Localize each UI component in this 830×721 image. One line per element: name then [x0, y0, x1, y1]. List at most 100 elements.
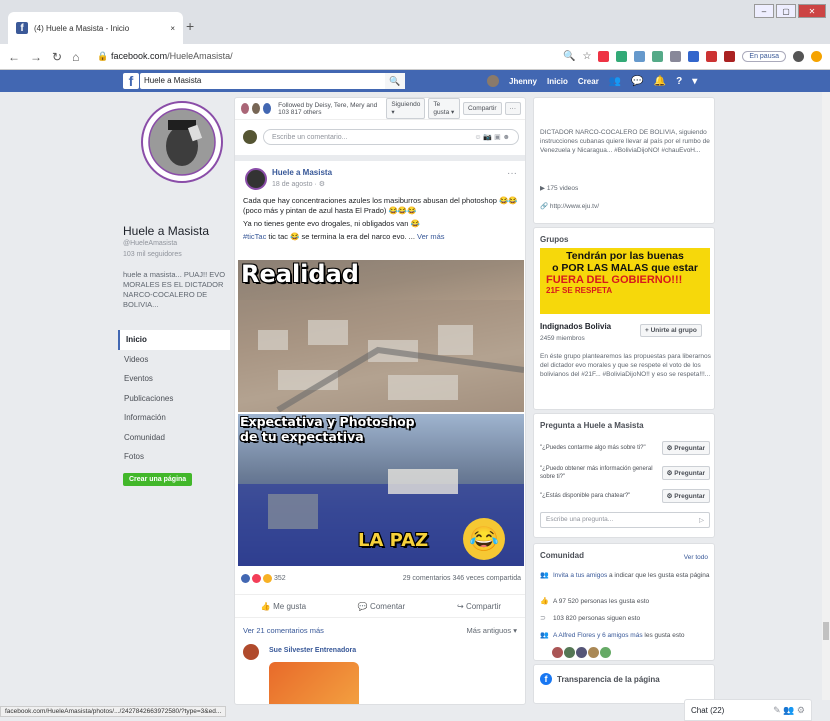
like-reaction-icon[interactable]	[241, 574, 250, 583]
ask-button[interactable]: ⚙ Preguntar	[661, 489, 710, 503]
profile-picture[interactable]	[140, 100, 224, 212]
messenger-icon[interactable]: 💬	[631, 76, 643, 87]
post-image-bottom[interactable]: Expectativa y Photoshop de tu expectativ…	[238, 414, 524, 566]
friend-avatar[interactable]	[564, 647, 575, 658]
nav-item-videos[interactable]: Videos	[118, 350, 230, 370]
back-arrow-icon[interactable]: ←	[8, 50, 20, 64]
star-icon[interactable]: ☆	[582, 51, 591, 62]
emoji-icons[interactable]: ☺ 📷 ▣ ☻	[474, 133, 510, 141]
help-icon[interactable]: ?	[676, 76, 682, 87]
extension-icon[interactable]	[652, 51, 664, 62]
post-date[interactable]: 18 de agosto · ⚙	[272, 180, 325, 188]
following-button[interactable]: Siguiendo ▾	[386, 98, 426, 119]
create-page-button[interactable]: Crear una página	[123, 473, 193, 486]
update-icon[interactable]	[811, 51, 822, 62]
extension-icon[interactable]	[688, 51, 700, 62]
nav-item-comunidad[interactable]: Comunidad	[118, 428, 230, 448]
website-link[interactable]: 🔗 http://www.eju.tv/	[540, 202, 599, 211]
extension-icon[interactable]	[634, 51, 646, 62]
extension-icon[interactable]	[706, 51, 718, 62]
sync-paused-button[interactable]: En pausa	[742, 51, 786, 62]
browser-tab[interactable]: f (4) Huele a Masista - Inicio ×	[8, 12, 183, 44]
comment-image[interactable]	[269, 662, 359, 704]
commenter-name[interactable]: Sue Silvester Entrenadora	[269, 647, 356, 654]
friend-avatar[interactable]	[576, 647, 587, 658]
nav-home-link[interactable]: Inicio	[547, 77, 568, 86]
question-text: "¿Puedo obtener más información general …	[540, 466, 653, 480]
chat-options-icon[interactable]: ✎ 👥 ⚙	[773, 705, 805, 716]
facebook-logo[interactable]: f	[123, 73, 139, 89]
home-icon[interactable]: ⌂	[72, 50, 79, 64]
nav-item-publicaciones[interactable]: Publicaciones	[118, 389, 230, 409]
fb-nav: Jhenny Inicio Crear 👥 💬 🔔 ? ▾	[487, 75, 697, 87]
forward-arrow-icon[interactable]: →	[30, 50, 42, 64]
group-name[interactable]: Indignados Bolivia	[540, 322, 611, 331]
friends-icon[interactable]: 👥	[609, 76, 621, 87]
chevron-down-icon[interactable]: ▾	[692, 76, 697, 87]
search-icon[interactable]: 🔍	[385, 73, 405, 89]
love-reaction-icon[interactable]	[252, 574, 261, 583]
sort-comments-dropdown[interactable]: Más antiguos ▾	[467, 626, 517, 635]
haha-reaction-icon[interactable]	[263, 574, 272, 583]
hashtag-link[interactable]: #ticTac	[243, 232, 266, 241]
profile-avatar-icon[interactable]	[793, 51, 804, 62]
nav-item-fotos[interactable]: Fotos	[118, 447, 230, 467]
extension-icon[interactable]	[616, 51, 628, 62]
ask-input[interactable]: Escribe una pregunta... ▷	[540, 512, 710, 528]
url-field[interactable]: 🔒 facebook.com/HueleAmasista/	[97, 51, 232, 62]
reactions-count[interactable]: 352	[274, 575, 286, 582]
post-image-top[interactable]: Realidad	[238, 260, 524, 412]
comments-shares-count[interactable]: 29 comentarios 346 veces compartida	[403, 575, 521, 582]
nav-item-inicio[interactable]: Inicio	[118, 330, 230, 350]
comment-button[interactable]: 💬 Comentar	[358, 602, 405, 611]
nav-item-informacion[interactable]: Información	[118, 408, 230, 428]
search-input[interactable]: Huele a Masista	[140, 73, 405, 89]
notifications-icon[interactable]: 🔔	[654, 76, 666, 87]
invite-link[interactable]: Invita a tus amigos	[553, 572, 607, 579]
friend-avatar[interactable]	[552, 647, 563, 658]
group-banner[interactable]: Tendrán por las buenas o POR LAS MALAS q…	[540, 248, 710, 314]
ask-button[interactable]: ⚙ Preguntar	[661, 441, 710, 455]
post-more-icon[interactable]: ···	[507, 168, 517, 179]
new-tab-button[interactable]: +	[186, 18, 194, 34]
send-icon[interactable]: ▷	[699, 516, 704, 524]
more-options-button[interactable]: ···	[504, 102, 522, 115]
ask-button[interactable]: ⚙ Preguntar	[661, 466, 710, 480]
comment-input[interactable]: Escribe un comentario... ☺ 📷 ▣ ☻	[263, 129, 519, 145]
page-scrollbar[interactable]	[822, 92, 830, 700]
page-handle[interactable]: @HueleAmasista	[123, 240, 177, 247]
close-window-icon[interactable]: ✕	[798, 4, 826, 18]
maximize-icon[interactable]: ▢	[776, 4, 796, 18]
tab-close-icon[interactable]: ×	[170, 24, 175, 33]
friend-avatar[interactable]	[600, 647, 611, 658]
extension-icon[interactable]	[670, 51, 682, 62]
extension-icon[interactable]	[724, 51, 736, 62]
videos-count[interactable]: ▶ 175 videos	[540, 184, 578, 193]
reload-icon[interactable]: ↻	[52, 50, 62, 64]
like-button[interactable]: 👍 Me gusta	[261, 602, 306, 611]
share-button[interactable]: ↪ Compartir	[457, 602, 501, 611]
page-title: Huele a Masista	[123, 224, 210, 238]
friend-avatar[interactable]	[588, 647, 599, 658]
scrollbar-thumb[interactable]	[823, 622, 829, 640]
minimize-icon[interactable]: –	[754, 4, 774, 18]
friends-like-link[interactable]: A Alfred Flores y 6 amigos más	[553, 632, 643, 639]
user-name-link[interactable]: Jhenny	[509, 77, 537, 86]
see-all-link[interactable]: Ver todo	[684, 553, 708, 562]
post-author[interactable]: Huele a Masista	[272, 168, 332, 177]
nav-item-eventos[interactable]: Eventos	[118, 369, 230, 389]
more-comments-link[interactable]: Ver 21 comentarios más	[243, 626, 324, 635]
chat-label[interactable]: Chat (22)	[691, 706, 724, 715]
share-page-button[interactable]: Compartir	[462, 102, 502, 115]
nav-create-link[interactable]: Crear	[578, 77, 599, 86]
meme-caption-line: Expectativa y Photoshop	[240, 414, 415, 429]
see-more-link[interactable]: Ver más	[417, 232, 445, 241]
user-avatar[interactable]	[487, 75, 499, 87]
like-page-button[interactable]: Te gusta ▾	[428, 98, 460, 119]
join-group-button[interactable]: + Unirte al grupo	[640, 324, 702, 337]
zoom-icon[interactable]: 🔍	[563, 51, 575, 62]
extension-icon[interactable]	[598, 51, 610, 62]
chat-bar[interactable]: Chat (22) ✎ 👥 ⚙	[684, 699, 812, 721]
commenter-avatar[interactable]	[243, 644, 259, 660]
post-author-avatar[interactable]	[245, 168, 267, 190]
